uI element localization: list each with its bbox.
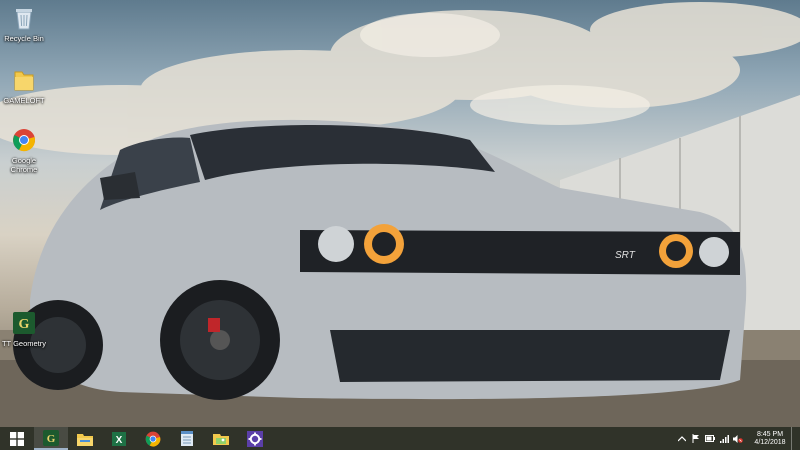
svg-text:SRT: SRT — [615, 250, 636, 261]
desktop-icon-label: Google Chrome — [10, 156, 38, 174]
desktop-icon-recycle-bin[interactable]: Recycle Bin — [0, 4, 48, 43]
system-tray: 8:45 PM 4/12/2018 — [675, 427, 800, 450]
network-signal-icon[interactable] — [719, 434, 729, 444]
excel-icon: X — [112, 431, 126, 446]
file-explorer-icon — [77, 433, 93, 446]
taskbar-excel[interactable]: X — [102, 427, 136, 450]
desktop-icon-google-chrome[interactable]: Google Chrome — [0, 126, 48, 174]
taskbar: G X 8:45 PM 4/12/2018 — [0, 427, 800, 450]
tt-geometry-icon: G — [43, 429, 59, 446]
svg-text:X: X — [116, 435, 123, 446]
windows-logo-icon — [10, 431, 24, 446]
recycle-bin-icon — [10, 4, 38, 32]
tt-geometry-icon: G — [10, 309, 38, 337]
desktop-icon-label: Recycle Bin — [4, 34, 44, 43]
action-center-flag-icon[interactable] — [691, 434, 701, 444]
photos-icon — [213, 433, 229, 445]
clock-date: 4/12/2018 — [754, 438, 786, 446]
taskbar-clock[interactable]: 8:45 PM 4/12/2018 — [753, 431, 787, 447]
desktop-icon-gameloft[interactable]: GAMELOFT — [0, 66, 48, 105]
clock-time: 8:45 PM — [756, 430, 784, 438]
desktop-icon-label: TT Geometry — [1, 339, 47, 348]
power-battery-icon[interactable] — [705, 434, 715, 444]
taskbar-file-explorer[interactable] — [68, 427, 102, 450]
chrome-icon — [10, 126, 38, 154]
car-wallpaper-image: SRT — [0, 2, 800, 427]
gear-icon — [247, 430, 263, 447]
desktop-wallpaper: SRT — [0, 0, 800, 427]
taskbar-settings-app[interactable] — [238, 427, 272, 450]
taskbar-tt-geometry[interactable]: G — [34, 427, 68, 450]
show-hidden-icons-icon[interactable] — [677, 434, 687, 444]
chrome-icon — [145, 431, 161, 446]
svg-text:G: G — [47, 433, 56, 445]
svg-text:G: G — [19, 317, 30, 332]
desktop-icon-tt-geometry[interactable]: G TT Geometry — [0, 309, 48, 348]
notepad-icon — [181, 431, 193, 446]
show-desktop-button[interactable] — [791, 427, 794, 450]
taskbar-notepad[interactable] — [170, 427, 204, 450]
desktop-icon-label: GAMELOFT — [3, 96, 45, 105]
taskbar-photos[interactable] — [204, 427, 238, 450]
volume-muted-icon[interactable] — [733, 434, 743, 444]
taskbar-chrome[interactable] — [136, 427, 170, 450]
folder-icon — [10, 66, 38, 94]
start-button[interactable] — [0, 427, 34, 450]
